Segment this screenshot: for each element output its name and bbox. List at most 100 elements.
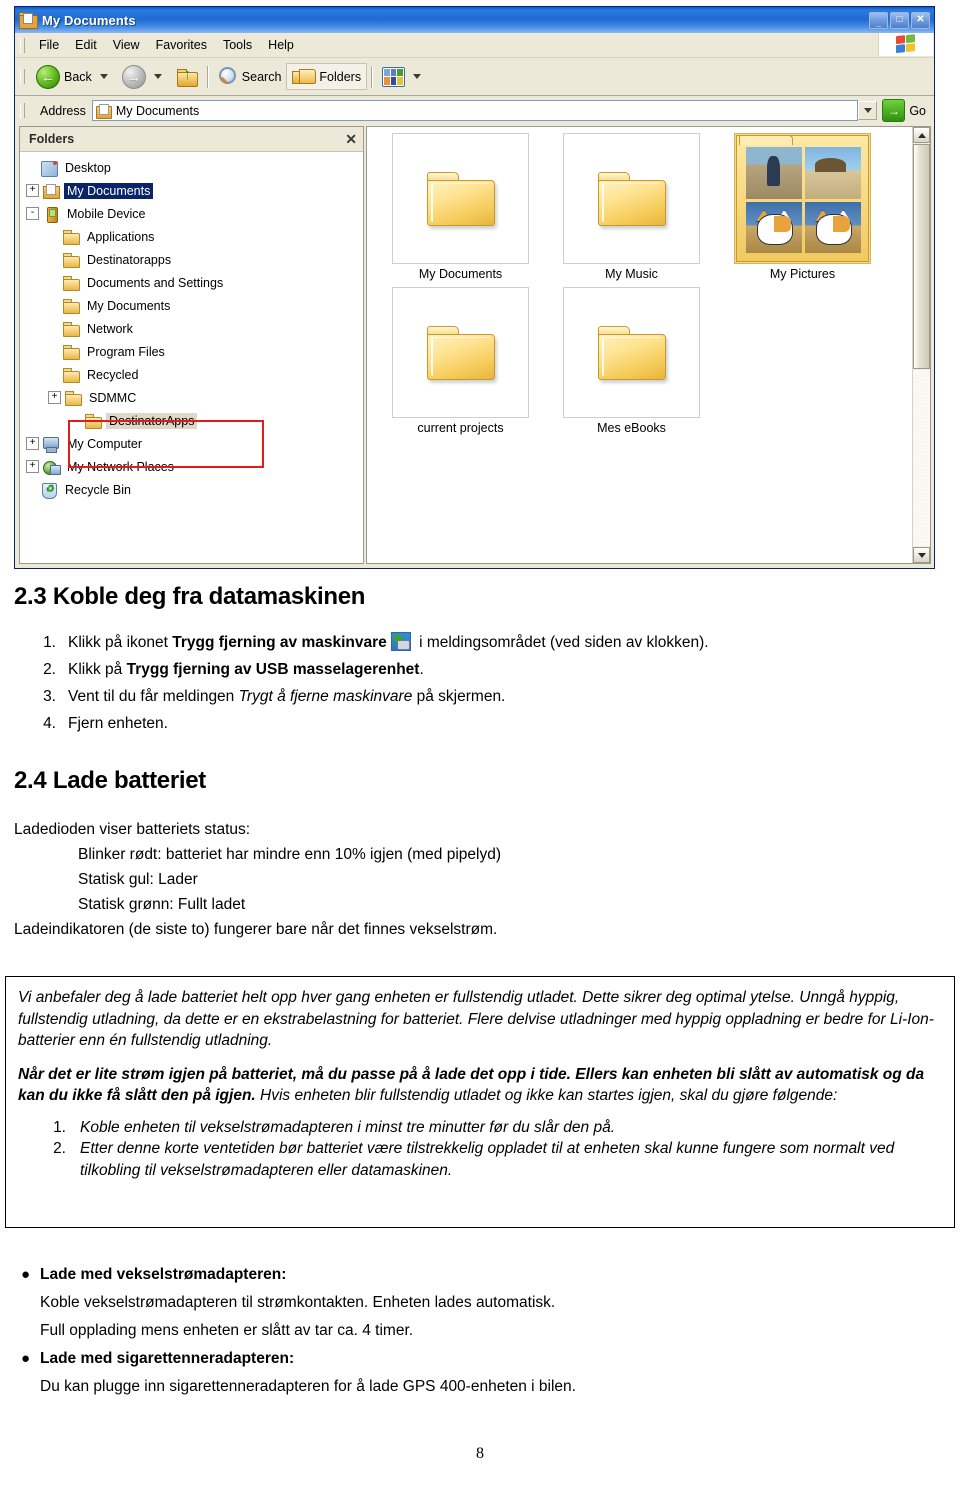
tree-item-label: Network	[87, 321, 133, 336]
folder-icon-grid[interactable]: My Documents My Music My Pictures current p…	[367, 127, 912, 563]
tree-item-applications[interactable]: Applications	[20, 225, 363, 248]
window-buttons: _ □ ✕	[869, 11, 932, 29]
battery-note: Ladeindikatoren (de siste to) fungerer b…	[14, 921, 498, 938]
tree-item-recycle-bin[interactable]: ♻ Recycle Bin	[20, 478, 363, 501]
menu-bar: File Edit View Favorites Tools Help	[15, 33, 934, 58]
addressbar-grip[interactable]	[20, 103, 25, 118]
tree-item-my-documents[interactable]: My Documents	[20, 294, 363, 317]
tree-item-label: SDMMC	[89, 390, 137, 405]
tree-item-desktop[interactable]: Desktop	[20, 156, 363, 179]
scroll-down-button[interactable]	[913, 547, 930, 563]
bullet-title: Lade med vekselstrømadapteren:	[40, 1266, 287, 1283]
folder-item[interactable]: current projects	[375, 287, 546, 435]
explorer-client-area: Folders ✕ Desktop + My Documents - Mobile De…	[15, 124, 934, 568]
tree-item-mobile-device[interactable]: - Mobile Device	[20, 202, 363, 225]
maximize-button[interactable]: □	[890, 11, 909, 29]
tree-expander[interactable]: -	[26, 207, 39, 220]
list-item: 1. Klikk på ikonet Trygg fjerning av mas…	[20, 629, 960, 656]
network-places-icon	[42, 459, 61, 475]
folder-document-icon	[19, 12, 38, 29]
heading-2-3: 2.3 Koble deg fra datamaskinen	[14, 583, 366, 610]
tree-item-my-network-places[interactable]: + My Network Places	[20, 455, 363, 478]
tree-item-label: My Network Places	[67, 459, 174, 474]
tree-item-documents-and-settings[interactable]: Documents and Settings	[20, 271, 363, 294]
window-titlebar: My Documents _ □ ✕	[15, 7, 934, 33]
list-item: 2. Klikk på Trygg fjerning av USB massel…	[20, 656, 960, 683]
tree-item-recycled[interactable]: Recycled	[20, 363, 363, 386]
battery-state-1: Statisk gul: Lader	[78, 871, 198, 888]
scrollbar-track[interactable]	[913, 370, 930, 546]
tree-item-network[interactable]: Network	[20, 317, 363, 340]
mobile-device-icon	[42, 206, 60, 223]
tree-item-destinatorapps[interactable]: DestinatorApps	[20, 409, 363, 432]
views-icon	[382, 66, 406, 87]
folders-button[interactable]: Folders	[286, 63, 368, 90]
step-text: Klikk på ikonet Trygg fjerning av maskin…	[68, 632, 709, 651]
address-value: My Documents	[115, 103, 200, 118]
folder-tree[interactable]: Desktop + My Documents - Mobile Device Applic…	[20, 152, 363, 563]
forward-dropdown-icon[interactable]	[153, 74, 162, 79]
menu-file[interactable]: File	[31, 36, 67, 54]
folder-icon	[563, 287, 700, 418]
list-item: ● Lade med sigarettenneradapteren:	[0, 1345, 960, 1373]
menu-edit[interactable]: Edit	[67, 36, 105, 54]
close-button[interactable]: ✕	[911, 11, 930, 29]
tree-item-my-documents[interactable]: + My Documents	[20, 179, 363, 202]
back-dropdown-icon[interactable]	[99, 74, 108, 79]
tree-item-label: DestinatorApps	[106, 412, 198, 429]
step-text: Vent til du får meldingen Trygt å fjerne…	[68, 688, 506, 705]
tree-item-label: Program Files	[87, 344, 165, 359]
bullet-line: Full opplading mens enheten er slått av …	[40, 1322, 414, 1339]
tree-item-sdmmc[interactable]: + SDMMC	[20, 386, 363, 409]
menu-view[interactable]: View	[105, 36, 148, 54]
pictures-folder-icon	[734, 133, 871, 264]
folder-item[interactable]: My Documents	[375, 133, 546, 281]
tree-item-destinatorapps[interactable]: Destinatorapps	[20, 248, 363, 271]
scroll-up-button[interactable]	[913, 127, 930, 143]
back-button[interactable]: ← Back	[31, 62, 117, 92]
forward-arrow-icon: →	[121, 64, 146, 89]
folder-icon	[392, 287, 529, 418]
folder-item[interactable]: My Music	[546, 133, 717, 281]
toolbar-grip[interactable]	[20, 69, 25, 84]
my-computer-icon	[42, 436, 60, 453]
views-dropdown-icon[interactable]	[413, 74, 422, 79]
close-icon[interactable]: ✕	[345, 132, 357, 146]
folder-item[interactable]: Mes eBooks	[546, 287, 717, 435]
toolbar-separator-2	[371, 65, 374, 88]
tree-expander[interactable]: +	[26, 437, 39, 450]
address-dropdown-button[interactable]	[858, 101, 878, 120]
menu-tools[interactable]: Tools	[215, 36, 260, 54]
tree-item-label: Mobile Device	[67, 206, 146, 221]
folders-pane: Folders ✕ Desktop + My Documents - Mobile De…	[19, 126, 364, 564]
step-text: Fjern enheten.	[68, 715, 168, 732]
tree-expander[interactable]: +	[26, 184, 39, 197]
folder-icon	[392, 133, 529, 264]
menu-favorites[interactable]: Favorites	[148, 36, 215, 54]
go-button[interactable]: → Go	[879, 99, 934, 122]
folder-icon	[62, 321, 80, 337]
folder-item[interactable]: My Pictures	[717, 133, 888, 281]
folder-item-label: My Music	[605, 267, 658, 281]
vertical-scrollbar[interactable]	[912, 127, 930, 563]
step-number: 2.	[53, 1140, 66, 1157]
up-button[interactable]: ↑	[171, 64, 203, 90]
heading-2-4: 2.4 Lade batteriet	[14, 767, 207, 794]
step-number: 1.	[43, 634, 56, 651]
scrollbar-thumb[interactable]	[913, 144, 930, 369]
menu-help[interactable]: Help	[260, 36, 302, 54]
minimize-button[interactable]: _	[869, 11, 888, 29]
tree-item-program-files[interactable]: Program Files	[20, 340, 363, 363]
menubar-grip[interactable]	[20, 37, 25, 53]
folder-item-label: My Pictures	[769, 267, 836, 281]
windows-logo-icon	[878, 33, 933, 56]
desktop-icon	[40, 160, 58, 177]
views-button[interactable]	[377, 64, 430, 90]
tree-expander[interactable]: +	[48, 391, 61, 404]
step-text: Koble enheten til vekselstrømadapteren i…	[80, 1118, 615, 1136]
address-input[interactable]: My Documents	[91, 100, 859, 121]
tree-item-my-computer[interactable]: + My Computer	[20, 432, 363, 455]
tree-expander[interactable]: +	[26, 460, 39, 473]
forward-button[interactable]: →	[117, 62, 171, 92]
search-button[interactable]: Search	[213, 64, 287, 90]
